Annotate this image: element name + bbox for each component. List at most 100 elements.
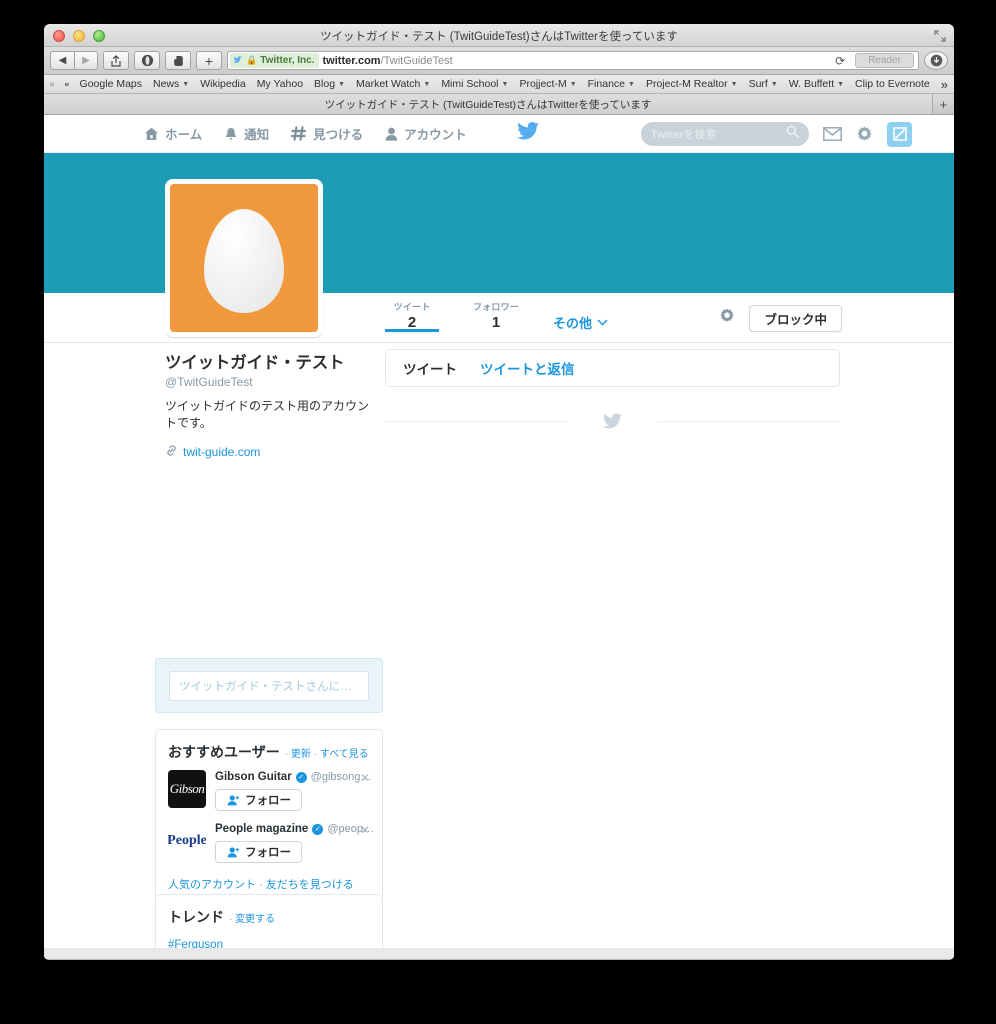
tab-active[interactable]: ツイットガイド・テスト (TwitGuideTest)さんはTwitterを使っ… — [44, 94, 932, 114]
user-display-name[interactable]: People magazine — [215, 823, 308, 835]
card-title: おすすめユーザー — [168, 744, 280, 760]
bookmark-clip-to-evernote[interactable]: Clip to Evernote — [855, 78, 930, 90]
follow-button[interactable]: フォロー — [215, 789, 302, 811]
stat-followers[interactable]: フォロワー 1 — [469, 293, 523, 331]
more-dropdown[interactable]: その他 — [553, 313, 608, 332]
list-item[interactable]: Gibson Gibson Guitar ✓ @gibsong… フォロー ✕ — [156, 770, 382, 822]
bookmark-wikipedia[interactable]: Wikipedia — [200, 78, 246, 90]
bookmark-finance[interactable]: Finance ▼ — [588, 78, 635, 90]
profile-url-row[interactable]: twit-guide.com — [165, 443, 376, 461]
close-icon[interactable]: ✕ — [360, 771, 370, 785]
block-status-button[interactable]: ブロック中 — [749, 305, 842, 332]
card-title: トレンド — [168, 909, 224, 925]
browser-window: ツイットガイド・テスト (TwitGuideTest)さんはTwitterを使っ… — [44, 24, 954, 960]
chevron-down-icon: ▼ — [423, 80, 431, 88]
home-icon — [144, 127, 159, 141]
close-icon[interactable]: ✕ — [360, 823, 370, 837]
nav-button-group: ◀ ▶ — [50, 51, 98, 70]
tab-tweets[interactable]: ツイート — [403, 358, 457, 378]
chevron-down-icon: ▼ — [182, 80, 190, 88]
find-friends-link[interactable]: 友だちを見つける — [266, 879, 354, 891]
chevron-down-icon: ▼ — [837, 80, 845, 88]
new-tab-button[interactable]: + — [932, 94, 954, 114]
bookmark-surf[interactable]: Surf ▼ — [749, 78, 778, 90]
url-path: /TwitGuideTest — [380, 54, 453, 67]
web-page: ホーム 通知 見つける アカウント Twitterを検索 ツイート 2 フォロワ… — [44, 115, 954, 959]
back-arrow-icon[interactable]: ◀ — [50, 51, 74, 70]
tab-tweets-and-replies[interactable]: ツイートと返信 — [480, 358, 575, 378]
avatar[interactable] — [165, 179, 323, 337]
forward-arrow-icon[interactable]: ▶ — [74, 51, 98, 70]
site-name-label: Twitter, Inc. — [260, 55, 315, 66]
address-bar[interactable]: 🔒 Twitter, Inc. twitter.com/TwitGuideTes… — [227, 51, 919, 70]
search-placeholder: Twitterを検索 — [651, 129, 717, 141]
top-sites-grid-icon[interactable] — [64, 79, 69, 90]
search-icon[interactable] — [786, 125, 799, 143]
bookmark-blog[interactable]: Blog ▼ — [314, 78, 345, 90]
profile-url-link[interactable]: twit-guide.com — [183, 445, 260, 459]
chevron-down-icon: ▼ — [501, 80, 509, 88]
list-item[interactable]: People People magazine ✓ @peop… フォロー ✕ — [156, 822, 382, 874]
bookmark-w-buffett[interactable]: W. Buffett ▼ — [789, 78, 844, 90]
nav-item-discover[interactable]: 見つける — [291, 124, 363, 143]
nav-label: 見つける — [313, 128, 364, 142]
twitter-bird-icon[interactable] — [516, 122, 539, 145]
link-icon — [165, 443, 178, 461]
follow-button[interactable]: フォロー — [215, 841, 302, 863]
bell-icon — [224, 127, 238, 141]
add-person-icon — [226, 846, 240, 858]
suggested-users-actions: · 更新 · すべて見る — [285, 745, 369, 760]
refresh-suggestions-link[interactable]: 更新 — [291, 749, 311, 760]
bookmark-label: Projject-M — [519, 78, 567, 90]
profile-stats: ツイート 2 フォロワー 1 その他 — [385, 293, 608, 343]
gear-icon[interactable] — [719, 308, 735, 329]
envelope-icon[interactable] — [823, 127, 842, 141]
bookmark-market-watch[interactable]: Market Watch ▼ — [356, 78, 430, 90]
stat-value: 1 — [491, 314, 501, 331]
user-meta: Gibson Guitar ✓ @gibsong… フォロー — [215, 770, 371, 811]
url-domain: twitter.com — [322, 54, 381, 67]
divider — [658, 421, 840, 422]
bookmark-news[interactable]: News ▼ — [153, 78, 189, 90]
avatar[interactable]: People — [168, 822, 206, 860]
bookmark-my-yahoo[interactable]: My Yahoo — [257, 78, 303, 90]
browser-extension-icon[interactable] — [134, 51, 160, 70]
evernote-icon[interactable] — [165, 51, 191, 70]
bookmarks-overflow-icon[interactable]: » — [941, 77, 948, 92]
window-titlebar: ツイットガイド・テスト (TwitGuideTest)さんはTwitterを使っ… — [44, 24, 954, 47]
compose-tweet-icon[interactable] — [887, 121, 912, 147]
page-title: ツイットガイド・テスト — [165, 354, 345, 372]
user-display-name[interactable]: Gibson Guitar — [215, 771, 292, 783]
url-text[interactable]: twitter.com/TwitGuideTest — [323, 55, 453, 67]
nav-item-notifications[interactable]: 通知 — [224, 124, 269, 143]
bookmark-mimi-school[interactable]: Mimi School ▼ — [441, 78, 508, 90]
profile-bio: ツイットガイドのテスト用のアカウントです。 — [165, 399, 370, 431]
bookmark-projject-m[interactable]: Projject-M ▼ — [519, 78, 576, 90]
view-all-suggestions-link[interactable]: すべて見る — [320, 749, 369, 760]
reader-button[interactable]: Reader — [855, 53, 914, 68]
bookmark-project-m-realtor[interactable]: Project-M Realtor ▼ — [646, 78, 738, 90]
chevron-down-icon: ▼ — [569, 80, 577, 88]
direct-message-input[interactable]: ツイットガイド・テストさんに… — [169, 670, 369, 701]
fullscreen-icon[interactable] — [934, 30, 946, 42]
share-icon[interactable] — [103, 51, 129, 70]
reload-icon[interactable]: ⟳ — [835, 54, 845, 68]
stat-tweets[interactable]: ツイート 2 — [385, 293, 439, 332]
search-input[interactable]: Twitterを検索 — [641, 122, 809, 146]
book-sidebar-icon[interactable] — [50, 79, 54, 90]
change-trends-link[interactable]: 変更する — [235, 914, 275, 925]
add-tab-button[interactable]: + — [196, 51, 222, 70]
bookmark-google-maps[interactable]: Google Maps — [80, 78, 142, 90]
suggested-users-card: おすすめユーザー · 更新 · すべて見る Gibson Gibson Guit… — [155, 729, 383, 905]
nav-item-account[interactable]: アカウント — [385, 124, 467, 143]
tab-bar: ツイットガイド・テスト (TwitGuideTest)さんはTwitterを使っ… — [44, 94, 954, 115]
horizontal-scrollbar[interactable] — [44, 948, 954, 959]
avatar[interactable]: Gibson — [168, 770, 206, 808]
popular-accounts-link[interactable]: 人気のアカウント — [168, 879, 256, 891]
downloads-icon[interactable] — [924, 51, 948, 70]
site-identity-chip[interactable]: 🔒 Twitter, Inc. — [230, 53, 319, 68]
follow-label: フォロー — [245, 795, 291, 807]
nav-item-home[interactable]: ホーム — [144, 124, 202, 143]
verified-badge-icon: ✓ — [295, 771, 307, 783]
gear-icon[interactable] — [856, 126, 873, 143]
